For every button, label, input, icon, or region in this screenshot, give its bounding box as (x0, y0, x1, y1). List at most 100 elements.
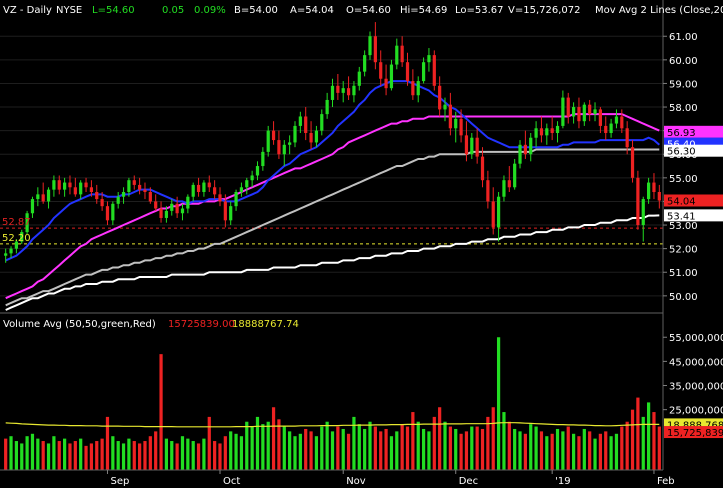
candle-body (95, 192, 99, 200)
candle-body (164, 210, 169, 218)
volume-bar (282, 426, 286, 470)
candle-body (352, 85, 356, 96)
candle-body (261, 151, 265, 167)
candle-body (641, 199, 645, 226)
volume-bar (389, 436, 394, 470)
candle-body (421, 62, 426, 82)
price-tick-label: 51.00 (669, 268, 698, 279)
volume-bar (513, 428, 517, 470)
volume-header: Volume Avg (50,50,green,Red) 15725839.00… (3, 319, 299, 330)
candle-body (625, 128, 629, 148)
volume-bar (202, 438, 206, 470)
volume-bar (593, 438, 597, 470)
volume-bar (518, 431, 522, 470)
candle-body (529, 137, 533, 155)
left-level-label: 52.20 (2, 233, 31, 244)
volume-bar (550, 433, 554, 470)
candle-body (491, 201, 495, 228)
left-level-label: 52.87 (2, 217, 31, 228)
volume-bar (464, 431, 469, 470)
volume-bar (207, 416, 211, 470)
volume-bar (454, 428, 458, 470)
volume-bar (68, 443, 72, 470)
volume-bar (368, 421, 372, 470)
volume-bar (475, 426, 479, 470)
volume-bar (84, 445, 88, 470)
candle-body (36, 194, 40, 200)
volume-bar (470, 426, 474, 470)
volume-bar (309, 431, 313, 470)
candle-body (357, 71, 361, 86)
chart-header: VZ - Daily NYSE L=54.60 0.05 0.09% B=54.… (3, 5, 723, 16)
candle-body (132, 180, 136, 185)
volume-bar (9, 436, 13, 470)
time-tick-label: '19 (555, 476, 570, 487)
candle-body (438, 85, 442, 110)
price-tick-label: 53.00 (669, 221, 698, 232)
candle-body (121, 192, 126, 197)
candle-body (555, 125, 560, 133)
volume-bar (25, 436, 29, 470)
candle-body (239, 187, 244, 192)
volume-bar (46, 443, 51, 470)
candle-body (341, 88, 345, 93)
volume-bar (588, 431, 592, 470)
candle-body (373, 36, 377, 63)
volume-bar (277, 419, 281, 470)
candle-body (539, 128, 544, 136)
volume-bar (30, 433, 35, 470)
candle-body (180, 208, 185, 214)
volume-bar (186, 438, 190, 470)
candle-body (159, 208, 163, 218)
volume-bar (330, 431, 335, 470)
candle-body (271, 130, 276, 141)
candle-body (486, 180, 490, 202)
candle-body (588, 104, 592, 115)
candle-body (111, 203, 115, 221)
candle-body (598, 109, 602, 126)
volume-bar (36, 438, 40, 470)
axis-price-tag-label: 53.41 (667, 211, 696, 222)
volume-bar (41, 441, 45, 470)
study-label: Mov Avg 2 Lines (Close,20 (595, 5, 723, 16)
volume-bar (523, 433, 527, 470)
volume-bar (646, 402, 651, 470)
candle-body (84, 182, 88, 188)
volume-bar (89, 443, 94, 470)
candle-body (652, 182, 656, 192)
volume-bar (582, 428, 586, 470)
candle-body (304, 116, 308, 133)
volume-bar (111, 436, 115, 470)
volume-bar (421, 428, 426, 470)
candle-body (100, 199, 104, 207)
candle-body (411, 81, 415, 96)
candle-body (116, 196, 120, 204)
candle-body (89, 187, 94, 192)
candle-body (68, 182, 72, 188)
candle-body (73, 187, 77, 195)
candle-body (30, 199, 35, 214)
volume-bar (143, 441, 147, 470)
price-tick-label: 61.00 (669, 32, 698, 43)
volume-bar (73, 441, 77, 470)
candle-body (609, 123, 613, 133)
volume-bar (491, 407, 495, 470)
volume-bar (95, 441, 99, 470)
volume-bar (545, 436, 549, 470)
volume-bar (438, 407, 442, 470)
volume-bar (346, 433, 351, 470)
volume-bar (432, 416, 436, 470)
candle-body (148, 192, 152, 202)
volume-bar (459, 433, 463, 470)
volume-bar (245, 421, 249, 470)
volume-bar (52, 436, 56, 470)
candle-body (523, 144, 527, 155)
candle-body (330, 85, 335, 100)
price-tick-label: 50.00 (669, 292, 698, 303)
candle-body (325, 99, 329, 115)
candle-body (389, 64, 394, 89)
volume-bar (63, 438, 67, 470)
candle-body (218, 194, 222, 202)
volume-bar (411, 412, 415, 470)
volume-bar (555, 428, 560, 470)
